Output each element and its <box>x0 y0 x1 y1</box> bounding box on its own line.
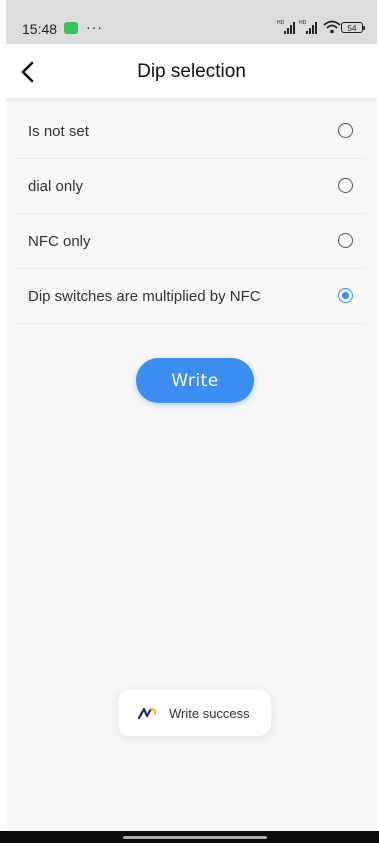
option-label: NFC only <box>28 233 91 250</box>
radio-button[interactable] <box>338 123 353 138</box>
option-label: Dip switches are multiplied by NFC <box>28 288 261 305</box>
toast-message: Write success <box>118 690 271 736</box>
more-notifications-icon: ··· <box>86 19 103 35</box>
status-bar: 15:48 ··· HD HD 54 <box>6 0 377 44</box>
option-dial-only[interactable]: dial only <box>16 159 367 214</box>
battery-icon: 54 <box>341 22 365 33</box>
option-dip-multiplied-by-nfc[interactable]: Dip switches are multiplied by NFC <box>16 269 367 324</box>
app-logo-icon <box>138 707 156 720</box>
system-navigation-bar <box>0 831 379 843</box>
option-nfc-only[interactable]: NFC only <box>16 214 367 269</box>
option-label: dial only <box>28 178 84 195</box>
dip-option-list: Is not set dial only NFC only Dip switch… <box>16 104 367 324</box>
write-button[interactable]: Write <box>136 358 254 403</box>
wifi-icon <box>323 20 341 34</box>
option-label: Is not set <box>28 123 89 140</box>
page-title: Dip selection <box>137 61 246 82</box>
cellular-signal-icon: HD <box>299 20 325 34</box>
status-time: 15:48 <box>22 21 58 37</box>
option-is-not-set[interactable]: Is not set <box>16 104 367 159</box>
radio-button-selected[interactable] <box>338 288 353 303</box>
toast-text: Write success <box>169 706 250 721</box>
app-header: Dip selection <box>6 44 377 98</box>
chat-notification-icon <box>64 22 78 34</box>
home-indicator[interactable] <box>123 836 267 839</box>
radio-button[interactable] <box>338 233 353 248</box>
app-screen: 15:48 ··· HD HD 54 Dip selection Is not … <box>6 0 377 843</box>
radio-button[interactable] <box>338 178 353 193</box>
